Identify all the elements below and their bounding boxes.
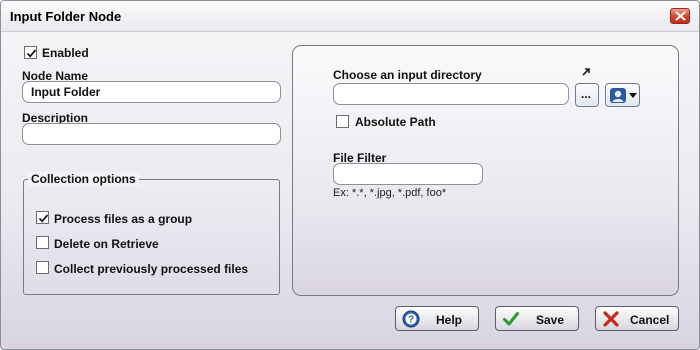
input-directory-label: Choose an input directory xyxy=(333,68,482,82)
help-icon: ? xyxy=(402,310,420,328)
collection-options-legend: Collection options xyxy=(28,172,139,186)
directory-options-button[interactable] xyxy=(605,83,640,107)
help-button-label: Help xyxy=(436,313,463,327)
checkmark-icon xyxy=(503,312,519,326)
file-filter-input[interactable] xyxy=(333,163,483,185)
expand-arrow-icon[interactable] xyxy=(581,67,591,77)
dialog-window: Input Folder Node Enabled Node Name Desc… xyxy=(0,0,700,350)
close-button[interactable] xyxy=(670,8,690,24)
file-filter-hint: Ex: *.*, *.jpg, *.pdf, foo* xyxy=(333,187,447,199)
close-icon xyxy=(675,11,686,21)
absolute-path-label: Absolute Path xyxy=(355,115,436,129)
help-button[interactable]: ? Help xyxy=(395,306,479,331)
collect-processed-label: Collect previously processed files xyxy=(54,262,249,276)
delete-on-retrieve-label: Delete on Retrieve xyxy=(54,237,159,251)
input-directory-field[interactable] xyxy=(333,83,569,105)
title-bar: Input Folder Node xyxy=(1,1,699,32)
window-title: Input Folder Node xyxy=(10,9,122,24)
enabled-label: Enabled xyxy=(42,46,89,60)
collect-processed-checkbox[interactable] xyxy=(36,261,49,274)
process-as-group-label: Process files as a group xyxy=(54,212,193,226)
save-button[interactable]: Save xyxy=(495,306,579,331)
browse-button-label: ... xyxy=(581,87,592,101)
checkmark-icon xyxy=(26,49,37,58)
description-input[interactable] xyxy=(22,123,281,145)
checkmark-icon xyxy=(38,214,49,223)
browse-button[interactable]: ... xyxy=(575,83,599,107)
user-profile-icon xyxy=(610,88,626,103)
svg-text:?: ? xyxy=(408,315,414,326)
node-name-input[interactable] xyxy=(22,81,281,103)
enabled-checkbox[interactable] xyxy=(24,46,37,59)
x-icon xyxy=(603,311,619,327)
delete-on-retrieve-checkbox[interactable] xyxy=(36,236,49,249)
process-as-group-checkbox[interactable] xyxy=(36,211,49,224)
absolute-path-checkbox[interactable] xyxy=(336,115,349,128)
cancel-button-label: Cancel xyxy=(630,313,670,327)
cancel-button[interactable]: Cancel xyxy=(595,306,679,331)
save-button-label: Save xyxy=(536,313,565,327)
chevron-down-icon xyxy=(629,93,637,98)
